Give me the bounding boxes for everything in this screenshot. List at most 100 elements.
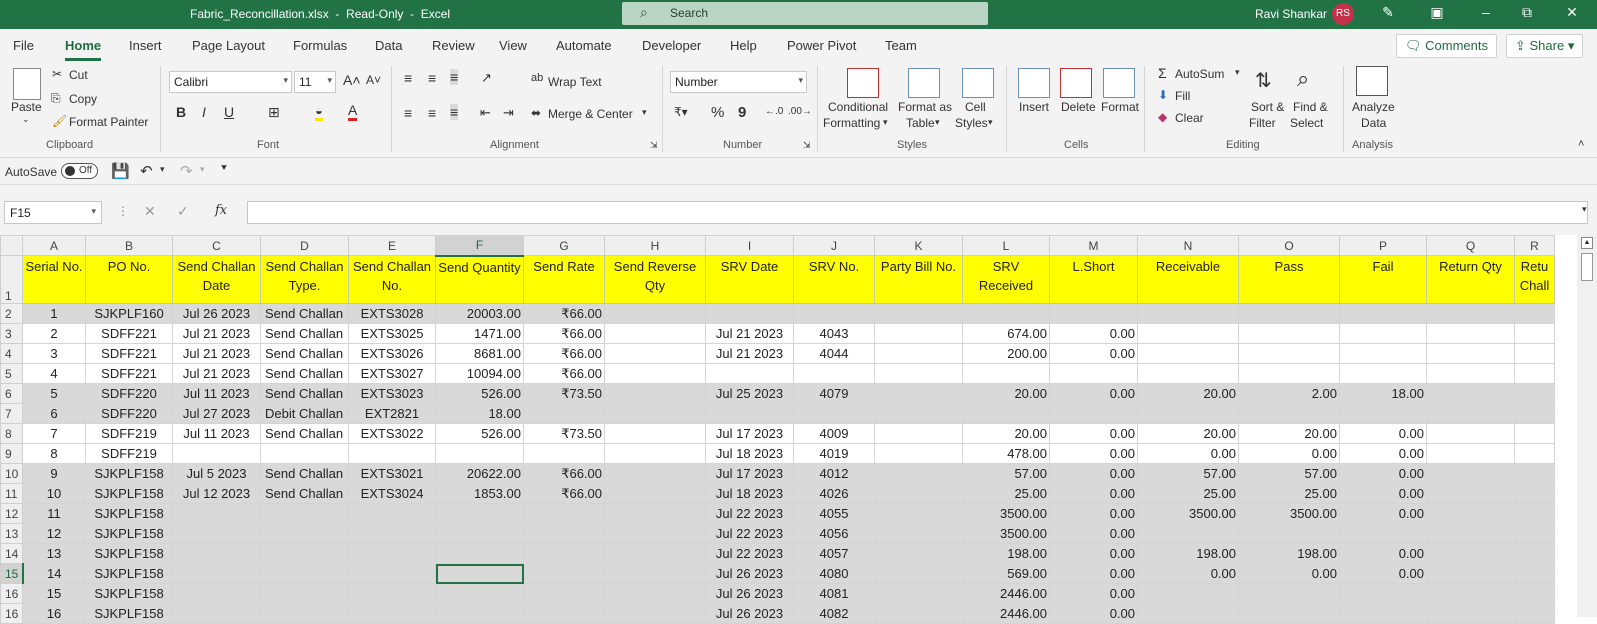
column-header-f[interactable]: F [435,235,524,257]
table-cell[interactable]: EXT2821 [348,403,436,424]
close-icon[interactable]: ✕ [1560,4,1584,24]
table-cell[interactable]: 0.00 [1049,503,1138,524]
name-box[interactable]: F15 ▾ [4,201,102,224]
table-cell[interactable] [1514,303,1555,324]
table-cell[interactable]: Jul 12 2023 [172,483,261,504]
table-cell[interactable] [1238,323,1340,344]
table-cell[interactable]: Jul 22 2023 [705,503,794,524]
table-cell[interactable] [1238,523,1340,544]
table-cell[interactable] [604,503,706,524]
table-cell[interactable] [1514,603,1555,624]
table-cell[interactable]: 4055 [793,503,875,524]
format-as-table-button[interactable]: Format as [898,100,952,114]
table-cell[interactable] [1514,543,1555,564]
currency-icon[interactable]: ₹▾ [674,105,688,119]
column-header-q[interactable]: Q [1426,235,1515,256]
table-cell[interactable]: 3500.00 [962,523,1050,544]
avatar[interactable]: RS [1332,3,1354,25]
table-cell[interactable]: Send Challan [260,303,349,324]
table-cell[interactable] [172,603,261,624]
table-cell[interactable]: Jul 25 2023 [705,383,794,404]
table-cell[interactable]: 57.00 [1238,463,1340,484]
table-cell[interactable] [523,543,605,564]
table-cell[interactable]: EXTS3021 [348,463,436,484]
align-bottom-icon[interactable]: ≡ [450,69,459,85]
table-cell[interactable] [1137,403,1239,424]
table-cell[interactable]: 0.00 [1049,383,1138,404]
analyze-data-button[interactable]: Analyze [1352,100,1395,114]
table-cell[interactable] [523,503,605,524]
tab-formulas[interactable]: Formulas [293,38,347,53]
table-cell[interactable] [604,383,706,404]
table-cell[interactable]: SDFF220 [85,403,173,424]
table-cell[interactable]: 0.00 [1339,503,1427,524]
column-title[interactable]: Receivable [1137,255,1239,304]
formula-input[interactable] [247,201,1588,224]
table-cell[interactable]: 478.00 [962,443,1050,464]
table-cell[interactable] [348,443,436,464]
table-cell[interactable]: SJKPLF158 [85,523,173,544]
table-cell[interactable] [260,503,349,524]
table-cell[interactable]: 0.00 [1049,323,1138,344]
table-cell[interactable]: Send Challan [260,463,349,484]
table-cell[interactable]: Send Challan [260,343,349,364]
row-header[interactable]: 15 [0,563,24,584]
table-cell[interactable]: Jul 22 2023 [705,543,794,564]
table-cell[interactable] [1514,563,1555,584]
table-cell[interactable] [1426,383,1515,404]
table-cell[interactable]: SDFF221 [85,323,173,344]
table-cell[interactable] [1238,583,1340,604]
insert-function-icon[interactable]: fx [215,203,227,218]
table-cell[interactable] [1238,303,1340,324]
table-cell[interactable]: ₹66.00 [523,343,605,364]
table-cell[interactable] [1339,603,1427,624]
table-cell[interactable]: SJKPLF158 [85,583,173,604]
column-title[interactable]: Send Challan No. [348,255,436,304]
increase-font-icon[interactable]: A˄ [343,72,361,88]
table-cell[interactable] [1238,343,1340,364]
table-cell[interactable]: 4 [22,363,86,384]
column-header-d[interactable]: D [260,235,349,256]
table-cell[interactable] [172,563,261,584]
table-cell[interactable] [1426,603,1515,624]
enter-icon[interactable]: ✓ [177,203,189,220]
table-cell[interactable]: 10 [22,483,86,504]
table-cell[interactable]: 0.00 [1339,483,1427,504]
table-cell[interactable] [1426,443,1515,464]
table-cell[interactable]: 0.00 [1339,543,1427,564]
table-cell[interactable]: ₹66.00 [523,463,605,484]
table-cell[interactable] [874,323,963,344]
table-cell[interactable]: 0.00 [1049,563,1138,584]
column-title[interactable]: Send Quantity [435,255,524,304]
table-cell[interactable] [604,303,706,324]
table-cell[interactable] [435,443,524,464]
table-cell[interactable]: Jul 11 2023 [172,383,261,404]
table-cell[interactable]: 526.00 [435,423,524,444]
comments-button[interactable]: 🗨 Comments [1396,34,1497,58]
table-cell[interactable]: 0.00 [1049,603,1138,624]
table-cell[interactable]: Jul 21 2023 [172,323,261,344]
tab-power-pivot[interactable]: Power Pivot [787,38,856,53]
cell-styles-icon[interactable] [962,68,994,98]
format-painter-button[interactable]: Format Painter [69,115,148,129]
table-cell[interactable]: 4044 [793,343,875,364]
table-cell[interactable] [1426,423,1515,444]
table-cell[interactable] [1238,403,1340,424]
table-cell[interactable]: 20.00 [962,423,1050,444]
table-cell[interactable]: 198.00 [962,543,1050,564]
table-cell[interactable] [1426,463,1515,484]
conditional-formatting-icon[interactable] [847,68,879,98]
table-cell[interactable]: 674.00 [962,323,1050,344]
column-title[interactable]: Send Challan Type. [260,255,349,304]
tab-review[interactable]: Review [432,38,475,53]
table-cell[interactable]: 8 [22,443,86,464]
decrease-font-icon[interactable]: A˅ [366,73,381,87]
table-cell[interactable]: Jul 21 2023 [172,363,261,384]
decrease-decimal-icon[interactable]: .00→ [788,106,812,117]
table-cell[interactable] [1514,403,1555,424]
fill-color-icon[interactable]: ◒ [315,103,323,121]
table-cell[interactable] [604,563,706,584]
table-cell[interactable]: ₹66.00 [523,323,605,344]
tab-view[interactable]: View [499,38,527,53]
table-cell[interactable] [523,403,605,424]
